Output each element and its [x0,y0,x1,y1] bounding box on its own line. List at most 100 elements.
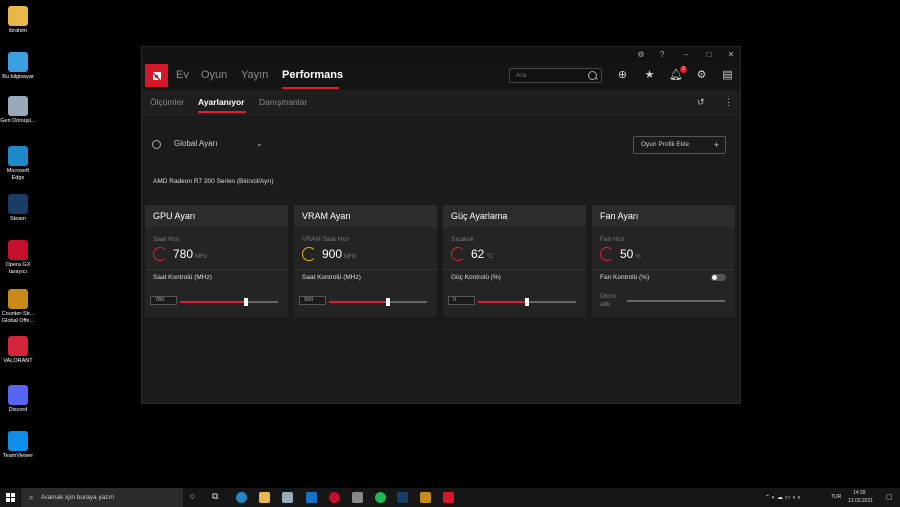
radeon-software-window: ⚙ ? ‒ □ ✕ Ev Oyun Yayın Performans Ara ⊕… [141,46,741,404]
edge-taskbar-icon[interactable] [236,492,247,503]
more-options-icon[interactable]: ⋮ [724,97,733,108]
power-slider[interactable] [478,298,576,306]
add-game-profile-button[interactable]: Oyun Profili Ekle + [633,136,726,154]
power-value-input[interactable]: 0 [448,296,475,305]
amd-radeon-taskbar-icon[interactable] [443,492,454,503]
card-power-tuning: Güç Ayarlama Sıcaklık 62 °C Güç Kontrolü … [443,205,586,317]
desktop-icon[interactable]: Discord [0,385,36,414]
help-icon[interactable]: ? [655,49,669,60]
app-taskbar-icon[interactable] [352,492,363,503]
star-icon[interactable]: ★ [643,69,656,82]
desktop-icon-label: Geri Dönüşü... [0,118,36,124]
task-view-icon[interactable]: ⧉ [212,491,218,502]
search-icon: ⌕ [29,493,34,502]
opera-gx-taskbar-icon[interactable] [329,492,340,503]
system-info-icon[interactable]: ▤ [721,69,734,82]
fan-control-label: Fan Kontrolü (%) [600,274,650,281]
desktop-icon-label: Microsoft Edge [6,168,30,181]
vram-clock-label: VRAM Saat Hızı [302,236,350,243]
tray-icons[interactable]: ⌃ ◐ ☁ ▭ ◖ ◗ [765,494,801,501]
desktop-app-icon [8,6,28,26]
slider-thumb[interactable] [525,298,529,306]
temperature-value: 62 °C [471,247,494,261]
windows-start-icon[interactable] [6,493,15,502]
vram-clock-value: 900 MHz [322,247,357,261]
clock-control-label: Saat Kontrolü (MHz) [153,274,212,281]
slider-thumb[interactable] [243,298,248,306]
bug-report-icon[interactable]: ⚙ [634,49,648,60]
nav-performance[interactable]: Performans [282,69,343,81]
gauge-icon [600,247,614,261]
fan-speed-value: 50% [620,247,641,261]
settings-gear-icon[interactable]: ⚙ [695,69,708,82]
fan-slider[interactable] [627,300,725,302]
maximize-icon[interactable]: □ [702,49,716,60]
clock-slider[interactable] [180,298,278,306]
nav-game[interactable]: Oyun [201,69,227,81]
close-icon[interactable]: ✕ [724,49,738,60]
desktop-icon-label: ibrahim [8,28,28,34]
desktop-app-icon [8,240,28,260]
desktop-icon[interactable]: Counter-Str... Global Offe... [0,289,36,324]
desktop-icon[interactable]: Opera GX tarayıcı [0,240,36,275]
slider-thumb[interactable] [385,298,390,306]
desktop-app-icon [8,194,28,214]
card-title: Güç Ayarlama [443,205,586,227]
sub-navigation: Ölçümler Ayarlanıyor Danışmanlar ↺ ⋮ [142,90,740,115]
fan-control-toggle[interactable] [711,274,726,281]
mail-icon[interactable] [306,492,317,503]
clock-time[interactable]: 14:39 [853,490,866,496]
clock-date[interactable]: 13.03.2021 [848,498,873,504]
cortana-icon[interactable]: ○ [190,491,195,501]
search-input[interactable]: Ara [509,68,602,83]
desktop-icon[interactable]: Steam [0,194,36,223]
card-gpu-tuning: GPU Ayarı Saat Hızı 780 MHz Saat Kontrolü… [145,205,288,317]
desktop-icon[interactable]: Bu bilgisayar [0,52,36,81]
desktop-icon[interactable]: Geri Dönüşü... [0,96,36,125]
search-icon[interactable] [588,71,597,80]
temperature-label: Sıcaklık [451,236,474,243]
card-title: Fan Ayarı [592,205,735,227]
desktop-app-icon [8,96,28,116]
vram-value-input[interactable]: 900 [299,296,326,305]
gpu-name: AMD Radeon R7 200 Series (Birincil/Ayrı) [153,178,274,185]
title-bar: ⚙ ? ‒ □ ✕ [142,47,740,62]
card-title: GPU Ayarı [145,205,288,227]
file-explorer-icon[interactable] [259,492,270,503]
profile-selector[interactable]: Global Ayarı [174,139,217,148]
nav-home[interactable]: Ev [176,69,189,81]
amd-logo-icon[interactable] [145,64,168,87]
language-indicator[interactable]: TUR [831,494,841,500]
desktop-app-icon [8,431,28,451]
desktop-icon[interactable]: ibrahim [0,6,36,35]
spotify-icon[interactable] [375,492,386,503]
minimize-small-icon[interactable]: ‒ [679,49,693,60]
tab-tuning[interactable]: Ayarlanıyor [198,97,244,107]
steam-taskbar-icon[interactable] [397,492,408,503]
tab-metrics[interactable]: Ölçümler [150,97,184,107]
desktop-icon-label: Bu bilgisayar [2,74,34,80]
reset-icon[interactable]: ↺ [697,97,705,108]
tab-advisors[interactable]: Danışmanlar [259,97,307,107]
nav-stream[interactable]: Yayın [241,69,268,81]
notification-center-icon[interactable]: ▢ [886,493,893,501]
desktop-icon[interactable]: Microsoft Edge [0,146,36,181]
chevron-down-icon[interactable]: ⌄ [256,139,263,148]
globe-icon[interactable]: ⊕ [616,69,629,82]
taskbar-search[interactable]: ⌕ Aramak için buraya yazın [21,488,183,507]
tab-active-indicator [198,111,246,113]
desktop-app-icon [8,289,28,309]
desktop-icon[interactable]: TeamViewer [0,431,36,460]
desktop-icon[interactable]: VALORANT [0,336,36,365]
vram-slider[interactable] [329,298,427,306]
gauge-icon [302,247,316,261]
csgo-taskbar-icon[interactable] [420,492,431,503]
auto-label: Otom atik [600,293,616,308]
clock-value-input[interactable]: 780 [150,296,177,305]
gauge-icon [451,247,465,261]
store-icon[interactable] [282,492,293,503]
clock-speed-value: 780 MHz [173,247,208,261]
desktop-app-icon [8,146,28,166]
card-title: VRAM Ayarı [294,205,437,227]
plus-icon: + [713,140,719,150]
